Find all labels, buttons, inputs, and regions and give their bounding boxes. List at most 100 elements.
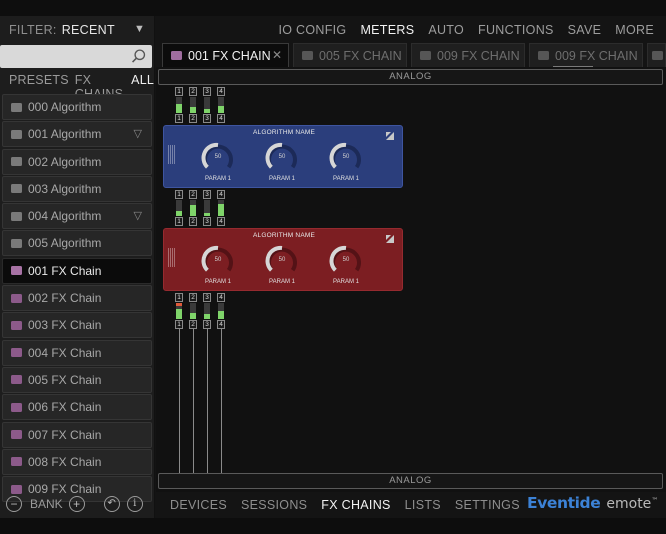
expand-chevron-icon[interactable]: ▽: [134, 209, 142, 222]
search-input[interactable]: [0, 45, 120, 68]
algorithm-list-item[interactable]: 004 Algorithm ▽: [2, 203, 152, 230]
filter-dropdown[interactable]: FILTER: RECENT: [0, 16, 154, 44]
channel-number[interactable]: 4: [217, 293, 225, 302]
menu-functions[interactable]: FUNCTIONS: [478, 23, 554, 37]
fx-chain-list-item[interactable]: 007 FX Chain: [2, 421, 152, 448]
close-tab-icon[interactable]: ✕: [272, 48, 282, 62]
bank-prev-button[interactable]: −: [6, 496, 22, 512]
channel-number[interactable]: 4: [217, 87, 225, 96]
channel-number[interactable]: 3: [203, 320, 211, 329]
channel-number[interactable]: 2: [189, 87, 197, 96]
param-knob[interactable]: 50 PARAM 1: [198, 243, 238, 289]
channel-number[interactable]: 3: [203, 190, 211, 199]
channel-number[interactable]: 3: [203, 114, 211, 123]
channel-number[interactable]: 2: [189, 293, 197, 302]
nav-fx-chains[interactable]: FX CHAINS: [321, 498, 390, 512]
channel-number[interactable]: 1: [175, 87, 183, 96]
search-box[interactable]: [0, 45, 152, 68]
output-io-bar[interactable]: ANALOG: [158, 473, 663, 489]
nav-sessions[interactable]: SESSIONS: [241, 498, 307, 512]
menu-io-config[interactable]: IO CONFIG: [278, 23, 346, 37]
algorithm-module-2[interactable]: ALGORITHM NAME 50 PARAM 1 50 PARAM 1 50 …: [163, 228, 403, 291]
channel-number[interactable]: 2: [189, 320, 197, 329]
list-item-label: 004 FX Chain: [28, 345, 102, 360]
preset-icon: [11, 129, 22, 139]
channel-number[interactable]: 4: [217, 190, 225, 199]
algorithm-list-item[interactable]: 001 Algorithm ▽: [2, 121, 152, 148]
preset-icon: [11, 184, 22, 194]
channel-meter: 11: [175, 293, 183, 329]
fx-chain-list-item[interactable]: 006 FX Chain: [2, 394, 152, 421]
level-meter-fill: [218, 204, 224, 216]
drag-handle-icon[interactable]: [168, 145, 175, 164]
filter-chevron-icon[interactable]: ▼: [134, 23, 145, 35]
param-knob[interactable]: 50 PARAM 1: [262, 243, 302, 289]
fx-chain-icon: [11, 457, 22, 467]
chain-tab-active[interactable]: 001 FX CHAIN ✕: [162, 43, 289, 67]
level-meter: [218, 303, 224, 319]
algorithm-list-item[interactable]: 005 Algorithm: [2, 230, 152, 257]
chain-tab[interactable]: 009 FX CHAIN: [529, 43, 643, 67]
fx-chain-icon: [11, 293, 22, 303]
param-knob[interactable]: 50 PARAM 1: [326, 140, 366, 186]
input-io-bar[interactable]: ANALOG: [158, 69, 663, 85]
algorithm-list-item[interactable]: 003 Algorithm: [2, 175, 152, 202]
channel-meter: 44: [217, 190, 225, 226]
info-icon[interactable]: i: [126, 496, 143, 512]
channel-number[interactable]: 2: [189, 114, 197, 123]
menu-auto[interactable]: AUTO: [428, 23, 464, 37]
chain-tab[interactable]: 005 FX CHAIN: [293, 43, 407, 67]
algorithm-module-1[interactable]: ALGORITHM NAME 50 PARAM 1 50 PARAM 1 50 …: [163, 125, 403, 188]
channel-number[interactable]: 1: [175, 320, 183, 329]
fx-chain-list-item[interactable]: 002 FX Chain: [2, 285, 152, 312]
channel-meter: 33: [203, 190, 211, 226]
nav-lists[interactable]: LISTS: [405, 498, 441, 512]
preset-icon: [11, 102, 22, 112]
fx-chain-icon: [302, 51, 313, 60]
param-knob[interactable]: 50 PARAM 1: [198, 140, 238, 186]
channel-number[interactable]: 2: [189, 190, 197, 199]
channel-meter: 22: [189, 87, 197, 123]
param-label: PARAM 1: [269, 176, 295, 182]
channel-number[interactable]: 3: [203, 217, 211, 226]
param-label: PARAM 1: [333, 176, 359, 182]
list-item-label: 005 FX Chain: [28, 372, 102, 387]
param-label: PARAM 1: [205, 279, 231, 285]
nav-settings[interactable]: SETTINGS: [455, 498, 520, 512]
channel-number[interactable]: 3: [203, 87, 211, 96]
param-knob[interactable]: 50 PARAM 1: [262, 140, 302, 186]
chain-tab[interactable]: 009 FX CHAIN: [411, 43, 525, 67]
channel-number[interactable]: 4: [217, 320, 225, 329]
fx-chain-list-item[interactable]: 001 FX Chain: [2, 257, 152, 284]
chain-tab-overflow[interactable]: [647, 43, 666, 67]
channel-number[interactable]: 1: [175, 217, 183, 226]
menu-meters[interactable]: METERS: [360, 23, 414, 37]
bank-next-button[interactable]: +: [68, 496, 85, 512]
algorithm-list-item[interactable]: 000 Algorithm: [2, 94, 152, 120]
nav-devices[interactable]: DEVICES: [170, 498, 227, 512]
channel-number[interactable]: 1: [175, 114, 183, 123]
expand-icon[interactable]: [386, 132, 394, 140]
fx-chain-list-item[interactable]: 004 FX Chain: [2, 339, 152, 366]
expand-chevron-icon[interactable]: ▽: [134, 127, 142, 140]
channel-number[interactable]: 1: [175, 293, 183, 302]
search-icon[interactable]: [130, 48, 147, 65]
fx-chain-list-item[interactable]: 008 FX Chain: [2, 448, 152, 475]
menu-more[interactable]: MORE: [615, 23, 654, 37]
channel-number[interactable]: 1: [175, 190, 183, 199]
undo-icon[interactable]: ↶: [103, 496, 120, 512]
channel-number[interactable]: 3: [203, 293, 211, 302]
fx-chain-list-item[interactable]: 003 FX Chain: [2, 312, 152, 339]
drag-handle-icon[interactable]: [168, 248, 175, 267]
algorithm-list-item[interactable]: 002 Algorithm: [2, 148, 152, 175]
brand-name: Eventide: [527, 494, 601, 512]
param-knob[interactable]: 50 PARAM 1: [326, 243, 366, 289]
channel-number[interactable]: 2: [189, 217, 197, 226]
fx-chain-list-item[interactable]: 005 FX Chain: [2, 366, 152, 393]
signal-wire: [221, 322, 222, 473]
menu-save[interactable]: SAVE: [568, 23, 602, 37]
channel-number[interactable]: 4: [217, 114, 225, 123]
expand-icon[interactable]: [386, 235, 394, 243]
channel-number[interactable]: 4: [217, 217, 225, 226]
param-value: 50: [342, 154, 350, 160]
